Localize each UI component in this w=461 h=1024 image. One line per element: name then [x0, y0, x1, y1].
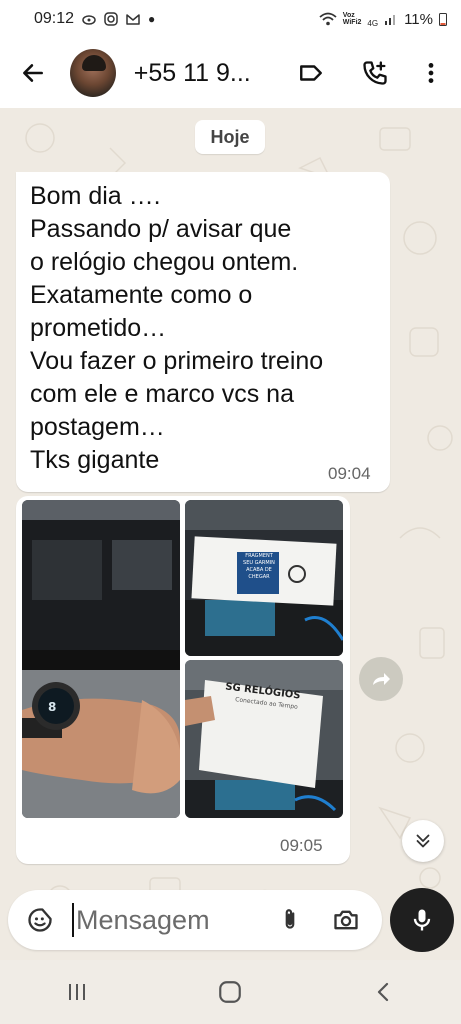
photo-box-image	[185, 660, 343, 818]
add-call-button[interactable]	[355, 53, 395, 93]
header-actions	[267, 53, 461, 93]
wifi-icon	[319, 12, 337, 26]
contact-name[interactable]: +55 11 9...	[134, 59, 267, 88]
contact-avatar[interactable]	[70, 49, 116, 97]
camera-icon	[334, 910, 358, 930]
network-label-top: Voz	[342, 12, 355, 19]
message-line: com ele e marco vcs na	[30, 380, 294, 408]
double-chevron-down-icon	[416, 834, 430, 848]
message-text: Bom dia …. Passando p/ avisar que o reló…	[30, 180, 323, 477]
message-composer	[8, 890, 382, 950]
date-chip: Hoje	[195, 120, 265, 154]
cloud-notification-icon	[82, 15, 96, 25]
back-button[interactable]	[14, 53, 52, 93]
card-text: FRAGMENT SEU GARMIN ACABA DE CHEGAR	[237, 553, 281, 581]
more-options-button[interactable]	[411, 53, 451, 93]
message-bubble[interactable]: Bom dia …. Passando p/ avisar que o reló…	[16, 172, 390, 492]
text-cursor	[72, 903, 74, 937]
attach-button[interactable]	[272, 900, 308, 940]
label-tag-icon	[300, 65, 322, 81]
photo-truck-watch-image: 8	[22, 500, 180, 818]
status-right: Voz WiFi2 4G 11%	[319, 11, 447, 28]
forward-icon	[373, 673, 390, 685]
voice-message-button[interactable]	[390, 888, 454, 952]
microphone-icon	[413, 909, 431, 931]
message-line: postagem…	[30, 413, 165, 441]
instagram-icon	[104, 12, 118, 26]
status-left: 09:12 ●	[34, 10, 155, 28]
label-button[interactable]	[291, 53, 331, 93]
message-line: Vou fazer o primeiro treino	[30, 347, 324, 375]
message-line: Exatamente como o	[30, 281, 253, 309]
status-time: 09:12	[34, 10, 75, 27]
battery-icon	[439, 13, 447, 26]
card-title: FRAGMENT	[245, 553, 273, 559]
message-line: Tks gigante	[30, 446, 160, 474]
sticker-emoji-icon	[28, 908, 52, 932]
chat-header: +55 11 9...	[0, 38, 461, 108]
recent-apps-icon	[68, 984, 85, 1000]
message-line: Bom dia ….	[30, 182, 161, 210]
photo-box[interactable]: SG RELÓGIOS Conectado ao Tempo	[185, 660, 343, 818]
battery-percent: 11%	[404, 10, 433, 28]
system-nav-bar	[0, 960, 461, 1024]
message-line: prometido…	[30, 314, 167, 342]
scroll-to-bottom-button[interactable]	[402, 820, 444, 862]
forward-button[interactable]	[359, 657, 403, 701]
chat-area[interactable]: Hoje Bom dia …. Passando p/ avisar que o…	[0, 108, 461, 960]
more-vert-icon	[428, 63, 434, 83]
recent-apps-button[interactable]	[47, 967, 107, 1017]
home-icon	[219, 981, 242, 1003]
back-arrow-icon	[23, 64, 43, 82]
emoji-button[interactable]	[20, 900, 60, 940]
image-album-bubble[interactable]: 8 SG RELÓGIOS Conectado ao Tempo FRAGMEN…	[16, 496, 350, 864]
message-line: Passando p/ avisar que	[30, 215, 292, 243]
network-label: Voz WiFi2	[343, 12, 362, 26]
nav-back-button[interactable]	[354, 967, 414, 1017]
paperclip-icon	[285, 909, 295, 929]
message-time: 09:05	[280, 836, 323, 855]
camera-button[interactable]	[326, 900, 366, 940]
home-button[interactable]	[200, 967, 260, 1017]
message-line: o relógio chegou ontem.	[30, 248, 299, 276]
chevron-left-icon	[378, 982, 389, 1002]
card-subtitle-1: SEU GARMIN	[243, 560, 275, 566]
card-subtitle-2: ACABA DE CHEGAR	[246, 567, 272, 580]
signal-icon	[385, 15, 396, 25]
photo-truck-watch[interactable]: 8	[22, 500, 180, 818]
network-label-bottom: WiFi2	[342, 19, 362, 26]
status-bar: 09:12 ● Voz WiFi2 4G 11%	[0, 0, 461, 38]
svg-text:8: 8	[48, 700, 56, 714]
signal-type: 4G	[367, 18, 379, 28]
message-time: 09:04	[328, 464, 371, 483]
message-input[interactable]	[76, 904, 266, 936]
gmail-icon	[126, 14, 140, 25]
add-call-icon	[363, 61, 387, 85]
notification-dot-icon: ●	[148, 12, 156, 26]
